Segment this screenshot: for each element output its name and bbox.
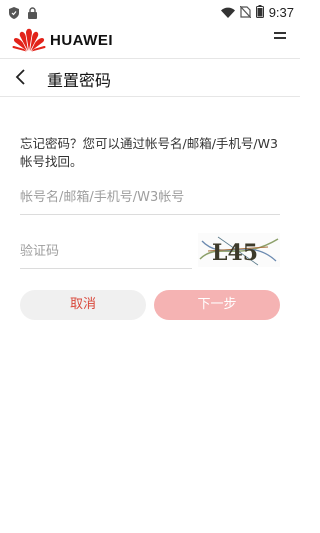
captcha-image[interactable]: L45 [198, 233, 280, 267]
account-input[interactable] [20, 190, 280, 205]
code-input[interactable] [20, 244, 192, 259]
wifi-icon [220, 3, 235, 22]
menu-icon[interactable] [274, 32, 286, 42]
captcha-text: L45 [212, 240, 258, 266]
hint-text: 忘记密码？您可以通过帐号名/邮箱/手机号/W3帐号找回。 [20, 136, 278, 169]
brand-bar: HUAWEI [0, 22, 300, 59]
no-sim-icon [239, 3, 252, 22]
huawei-logo-icon [12, 28, 46, 56]
status-bar: 9:37 [0, 0, 300, 22]
next-button[interactable]: 下一步 [154, 290, 280, 320]
shield-icon [9, 4, 19, 23]
brand-name: HUAWEI [50, 32, 113, 49]
page-header: 重置密码 [0, 58, 300, 97]
battery-icon [255, 3, 264, 22]
code-field [20, 240, 192, 269]
lock-icon [28, 4, 37, 23]
chevron-left-icon[interactable] [12, 67, 32, 87]
cancel-button[interactable]: 取消 [20, 290, 146, 320]
status-time: 9:37 [268, 5, 294, 20]
page-title: 重置密码 [47, 71, 112, 90]
account-field [20, 186, 280, 215]
